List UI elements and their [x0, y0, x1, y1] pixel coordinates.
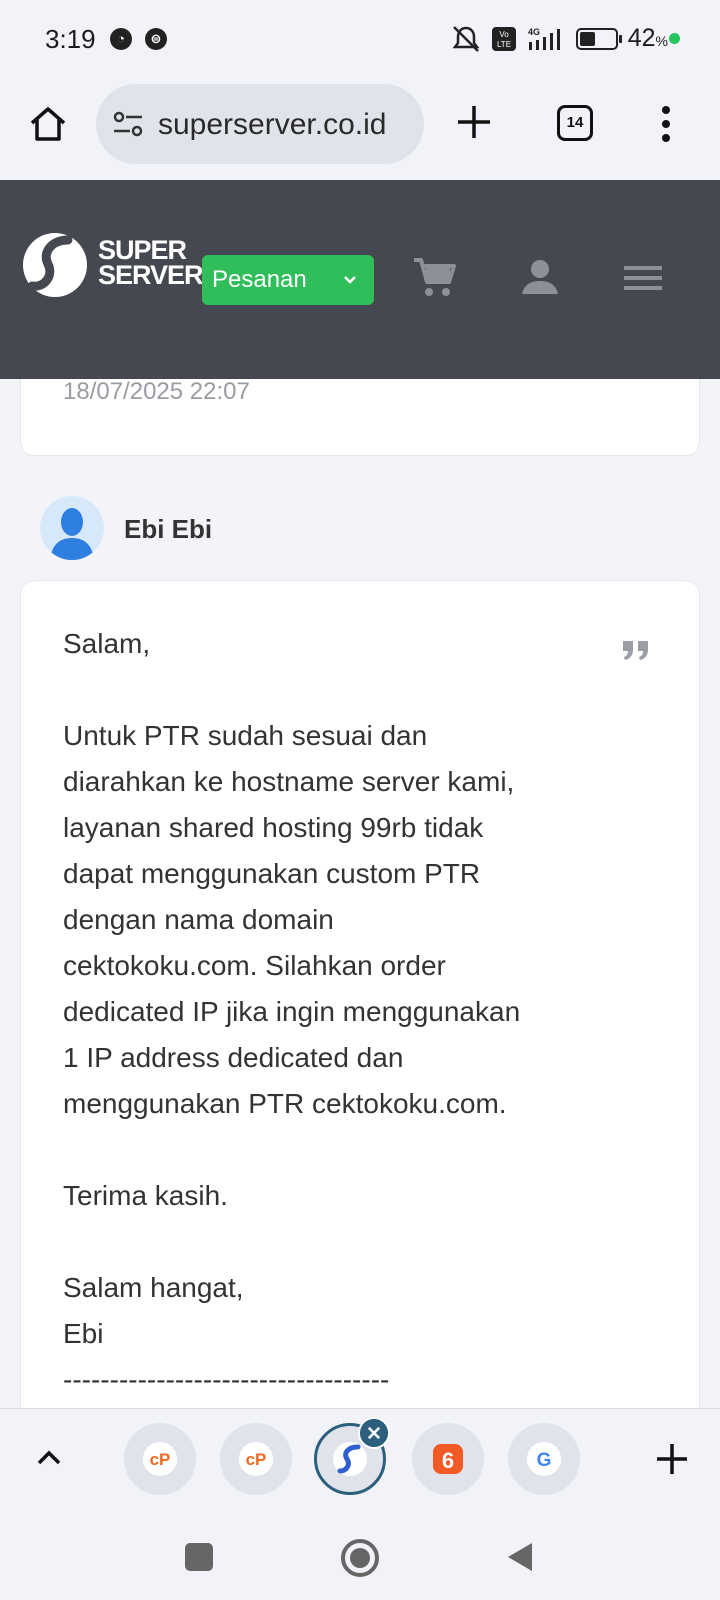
status-right: Vo LTE 4G 42%	[450, 24, 668, 53]
app-notification-icon: ⊜	[145, 28, 167, 50]
orders-dropdown-button[interactable]: Pesanan	[202, 255, 374, 305]
message-line: Salam hangat,	[63, 1272, 244, 1303]
message-line: Salam,	[63, 628, 151, 659]
tab-strip: cP cP 6 G	[0, 1408, 720, 1512]
svg-text:cP: cP	[246, 1450, 267, 1469]
superserver-logo[interactable]: SUPER SERVER	[22, 230, 204, 302]
message-line: Untuk PTR sudah sesuai dan	[63, 720, 428, 751]
home-button-icon[interactable]	[340, 1538, 380, 1578]
svg-text:4G: 4G	[528, 27, 540, 37]
user-avatar-icon	[50, 508, 94, 560]
tab-six[interactable]: 6	[412, 1423, 484, 1495]
message-line: cektokoku.com. Silahkan order	[63, 950, 446, 981]
google-icon: G	[527, 1442, 561, 1476]
site-header: SUPER SERVER Pesanan	[0, 180, 720, 379]
message-line: layanan shared hosting 99rb tidak	[63, 812, 484, 843]
url-text[interactable]: superserver.co.id	[158, 108, 408, 142]
cart-icon[interactable]	[412, 256, 456, 300]
message-line: diarahkan ke hostname server kami,	[63, 766, 515, 797]
cpanel-icon: cP	[239, 1442, 273, 1476]
message-line	[63, 1219, 653, 1265]
back-button-icon[interactable]	[504, 1540, 538, 1574]
battery-percent: 42%	[627, 24, 668, 52]
svg-text:G: G	[537, 1450, 552, 1471]
battery-icon	[575, 27, 622, 50]
tab-cpanel-1[interactable]: cP	[124, 1423, 196, 1495]
address-bar[interactable]: superserver.co.id	[96, 84, 424, 164]
system-nav-bar	[0, 1512, 720, 1600]
recents-button-icon[interactable]	[182, 1540, 216, 1574]
message-line: -----------------------------------	[63, 1364, 390, 1395]
new-tab-icon[interactable]	[454, 102, 494, 142]
silent-bell-icon	[452, 25, 480, 52]
close-tab-icon[interactable]	[358, 1417, 390, 1449]
message-line	[63, 1127, 653, 1173]
browser-toolbar: superserver.co.id 14	[0, 80, 720, 180]
signal-icon: 4G	[528, 27, 560, 50]
reply-timestamp: 18/07/2025 22:07	[63, 378, 250, 405]
svg-text:cP: cP	[150, 1450, 171, 1469]
svg-text:Vo: Vo	[499, 30, 509, 39]
home-icon[interactable]	[28, 104, 68, 144]
hamburger-menu-icon[interactable]	[622, 256, 666, 300]
add-tab-icon[interactable]	[654, 1441, 690, 1477]
site-settings-icon[interactable]	[112, 110, 144, 138]
more-menu-icon[interactable]	[660, 104, 672, 144]
six-icon: 6	[433, 1444, 463, 1474]
avatar	[40, 496, 104, 560]
cpanel-icon: cP	[143, 1442, 177, 1476]
reply-author: Ebi Ebi	[40, 496, 440, 560]
chevron-up-icon[interactable]	[36, 1445, 62, 1471]
message-body: Salam, Untuk PTR sudah sesuai dan diarah…	[63, 621, 653, 1403]
volte-icon: Vo LTE	[491, 26, 516, 51]
message-line: Ebi	[63, 1318, 104, 1349]
message-line: dedicated IP jika ingin menggunakan	[63, 996, 521, 1027]
orders-label: Pesanan	[212, 266, 307, 293]
tab-google[interactable]: G	[508, 1423, 580, 1495]
superserver-logo-icon	[23, 233, 87, 297]
author-name: Ebi Ebi	[124, 514, 213, 544]
message-line: 1 IP address dedicated dan	[63, 1042, 404, 1073]
privacy-indicator-dot	[669, 33, 680, 44]
tab-switcher-button[interactable]: 14	[557, 105, 593, 141]
svg-text:LTE: LTE	[497, 40, 511, 49]
message-line: menggunakan PTR cektokoku.com.	[63, 1088, 507, 1119]
status-time: 3:19	[45, 24, 96, 54]
logo-text: SUPER SERVER	[98, 235, 204, 290]
message-line	[63, 667, 653, 713]
superserver-icon	[333, 1442, 367, 1476]
tab-cpanel-2[interactable]: cP	[220, 1423, 292, 1495]
message-line: dengan nama domain	[63, 904, 334, 935]
message-line: Terima kasih.	[63, 1180, 228, 1211]
whatsapp-notification-icon: ◔	[110, 28, 132, 50]
svg-text:6: 6	[442, 1448, 454, 1473]
status-bar: 3:19 ◔ ⊜ Vo LTE 4G 42%	[0, 0, 720, 80]
account-icon[interactable]	[518, 256, 562, 300]
chevron-down-icon	[344, 276, 356, 284]
message-line: dapat menggunakan custom PTR	[63, 858, 481, 889]
